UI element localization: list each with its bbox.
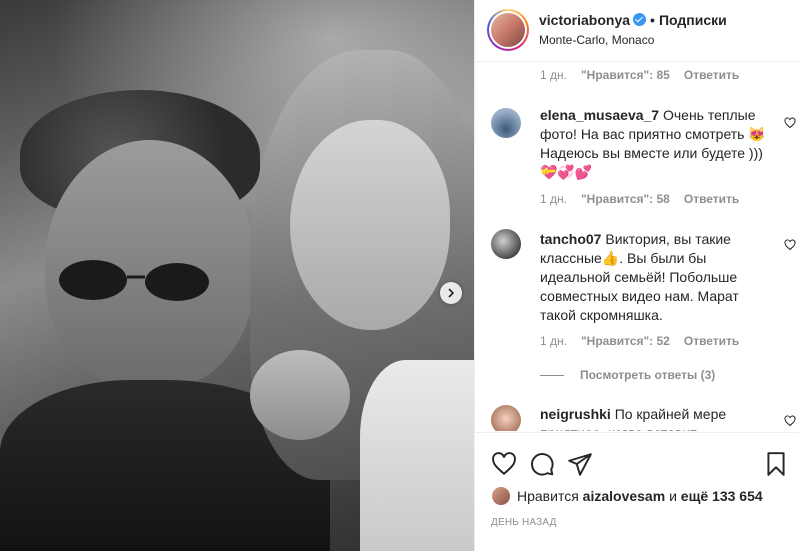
- photo-white-top: [360, 360, 474, 551]
- view-replies-button[interactable]: Посмотреть ответы (3): [580, 368, 715, 382]
- header-separator: •: [650, 12, 655, 28]
- location-link[interactable]: Monte-Carlo, Monaco: [539, 33, 654, 47]
- share-icon[interactable]: [567, 451, 593, 477]
- comment-body: tancho07 Виктория, вы такие классные👍. В…: [540, 230, 770, 325]
- post-footer: Нравится aizalovesam и ещё 133 654 ДЕНЬ …: [475, 432, 799, 551]
- comment-like-icon[interactable]: [784, 239, 796, 251]
- reply-button[interactable]: Ответить: [684, 192, 739, 206]
- liked-by-count[interactable]: ещё 133 654: [681, 488, 763, 504]
- liked-by-user[interactable]: aizalovesam: [583, 488, 666, 504]
- comment-likes[interactable]: "Нравится": 52: [581, 334, 670, 348]
- liked-by-middle: и: [669, 488, 677, 504]
- comment-icon[interactable]: [529, 451, 555, 477]
- post-photo[interactable]: [0, 0, 474, 551]
- comment-meta: 1 дн. "Нравится": 52 Ответить: [540, 334, 753, 348]
- comment-age: 1 дн.: [540, 334, 567, 348]
- heart-icon[interactable]: [491, 451, 517, 477]
- comment-body: elena_musaeva_7 Очень теплые фото! На ва…: [540, 106, 770, 182]
- comment-avatar[interactable]: [491, 108, 521, 138]
- photo-hand: [250, 350, 350, 440]
- comment-age: 1 дн.: [540, 68, 567, 82]
- comment-username[interactable]: elena_musaeva_7: [540, 107, 659, 123]
- liker-avatar[interactable]: [491, 486, 511, 506]
- comment-likes[interactable]: "Нравится": 85: [581, 68, 670, 82]
- comment-username[interactable]: tancho07: [540, 231, 601, 247]
- comment-like-icon[interactable]: [784, 415, 796, 427]
- reply-button[interactable]: Ответить: [684, 68, 739, 82]
- photo-woman-face: [290, 120, 450, 330]
- comment-meta: 1 дн. "Нравится": 58 Ответить: [540, 192, 753, 206]
- comments-list[interactable]: 1 дн. "Нравится": 85 Ответить elena_musaev…: [475, 63, 799, 431]
- bookmark-icon[interactable]: [763, 451, 789, 477]
- avatar[interactable]: [487, 9, 529, 51]
- header-username[interactable]: victoriabonya: [539, 12, 630, 28]
- comment-likes[interactable]: "Нравится": 58: [581, 192, 670, 206]
- comment-like-icon[interactable]: [784, 117, 796, 129]
- comment-age: 1 дн.: [540, 192, 567, 206]
- comment-username[interactable]: neigrushki: [540, 406, 611, 422]
- follow-button[interactable]: Подписки: [659, 12, 727, 28]
- photo-sunglasses: [59, 260, 209, 301]
- next-photo-button[interactable]: [440, 282, 462, 304]
- comment-avatar[interactable]: [491, 229, 521, 259]
- liked-by-prefix: Нравится: [517, 488, 579, 504]
- comment-avatar[interactable]: [491, 405, 521, 431]
- likes-summary: Нравится aizalovesam и ещё 133 654: [491, 486, 763, 506]
- header-line: victoriabonya • Подписки: [539, 12, 727, 28]
- comment-body: neigrushki По крайней мере приятное, ког…: [540, 405, 770, 431]
- verified-icon: [633, 13, 647, 26]
- post-date[interactable]: ДЕНЬ НАЗАД: [491, 517, 557, 528]
- replies-divider: [540, 374, 564, 376]
- post-header: victoriabonya • Подписки Monte-Carlo, Mona…: [475, 0, 799, 62]
- comment-meta: 1 дн. "Нравится": 85 Ответить: [540, 68, 753, 82]
- post-panel: victoriabonya • Подписки Monte-Carlo, Mona…: [474, 0, 799, 551]
- reply-button[interactable]: Ответить: [684, 334, 739, 348]
- action-bar: [491, 451, 791, 477]
- chevron-right-icon: [448, 288, 455, 298]
- view-replies-row: Посмотреть ответы (3): [540, 368, 715, 382]
